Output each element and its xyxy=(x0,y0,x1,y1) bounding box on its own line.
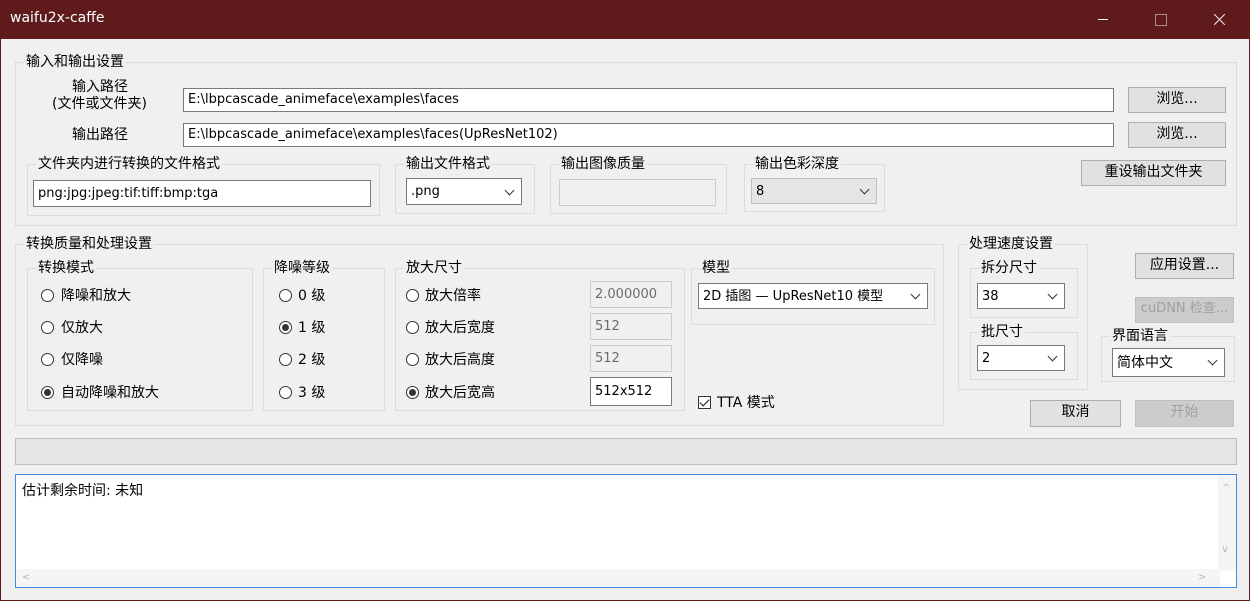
output-format-select[interactable]: .png xyxy=(406,178,522,205)
color-depth-select[interactable]: 8 xyxy=(751,178,877,204)
maximize-icon[interactable] xyxy=(1137,0,1183,39)
scale-radio-width-height[interactable] xyxy=(406,386,419,399)
start-button[interactable]: 开始 xyxy=(1135,400,1234,427)
vertical-scrollbar[interactable]: ^ v xyxy=(1218,475,1236,571)
cudnn-check-button[interactable]: cuDNN 检查... xyxy=(1135,297,1234,323)
chevron-right-icon[interactable]: > xyxy=(1198,573,1206,583)
batch-size-select[interactable]: 2 xyxy=(977,345,1065,371)
mode-option-label: 降噪和放大 xyxy=(61,288,131,304)
input-path-sublabel: (文件或文件夹) xyxy=(52,96,147,112)
title-bar: waifu2x-caffe xyxy=(0,0,1250,39)
chevron-down-icon xyxy=(1047,351,1058,362)
reset-output-folder-button[interactable]: 重设输出文件夹 xyxy=(1081,160,1226,186)
scale-radio-width[interactable] xyxy=(406,321,419,334)
model-value: 2D 插图 — UpResNet10 模型 xyxy=(703,289,884,304)
language-value: 简体中文 xyxy=(1117,355,1173,371)
quality-label: 输出图像质量 xyxy=(559,156,647,172)
mode-label: 转换模式 xyxy=(36,260,96,276)
conversion-group-title: 转换质量和处理设置 xyxy=(24,236,154,252)
quality-field[interactable] xyxy=(559,179,716,206)
scale-option-label: 放大后高度 xyxy=(425,352,495,368)
scale-radio-ratio[interactable] xyxy=(406,289,419,302)
chevron-down-icon xyxy=(1047,289,1058,300)
color-depth-value: 8 xyxy=(756,184,765,199)
chevron-down-icon[interactable]: v xyxy=(1222,545,1228,555)
output-browse-button[interactable]: 浏览... xyxy=(1128,122,1226,148)
noise-option-label: 0 级 xyxy=(298,288,326,304)
io-group-title: 输入和输出设置 xyxy=(24,54,126,70)
color-depth-label: 输出色彩深度 xyxy=(753,156,841,172)
log-output[interactable]: 估计剩余时间: 未知 ^ v < > xyxy=(15,474,1237,588)
split-size-value: 38 xyxy=(982,289,999,304)
split-size-label: 拆分尺寸 xyxy=(979,260,1039,276)
noise-level-label: 降噪等级 xyxy=(272,260,332,276)
close-icon[interactable] xyxy=(1196,0,1242,39)
mode-option-label: 仅降噪 xyxy=(61,352,103,368)
model-label: 模型 xyxy=(700,260,732,276)
batch-size-label: 批尺寸 xyxy=(979,324,1025,340)
output-format-value: .png xyxy=(411,184,440,199)
output-path-label: 输出路径 xyxy=(72,127,128,143)
chevron-down-icon xyxy=(1207,355,1218,366)
speed-group-title: 处理速度设置 xyxy=(967,236,1055,252)
chevron-down-icon xyxy=(910,289,921,300)
noise-option-label: 2 级 xyxy=(298,352,326,368)
scale-height-field[interactable]: 512 xyxy=(590,345,672,372)
scale-option-label: 放大后宽度 xyxy=(425,320,495,336)
noise-option-label: 1 级 xyxy=(298,320,326,336)
split-size-select[interactable]: 38 xyxy=(977,283,1065,309)
output-format-label: 输出文件格式 xyxy=(404,156,492,172)
folder-format-field[interactable]: png:jpg:jpeg:tif:tiff:bmp:tga xyxy=(33,180,371,207)
chevron-left-icon[interactable]: < xyxy=(22,573,30,583)
noise-radio-1[interactable] xyxy=(279,321,292,334)
chevron-down-icon xyxy=(504,185,515,196)
chevron-up-icon[interactable]: ^ xyxy=(1222,484,1230,494)
scale-width-height-field[interactable]: 512x512 xyxy=(590,377,672,406)
mode-radio-denoise-scale[interactable] xyxy=(41,289,54,302)
noise-radio-3[interactable] xyxy=(279,386,292,399)
apply-settings-button[interactable]: 应用设置... xyxy=(1135,253,1234,279)
tta-checkbox[interactable] xyxy=(698,396,711,409)
batch-size-value: 2 xyxy=(982,351,991,366)
input-path-field[interactable]: E:\lbpcascade_animeface\examples\faces xyxy=(183,88,1114,112)
mode-radio-scale-only[interactable] xyxy=(41,321,54,334)
log-text: 估计剩余时间: 未知 xyxy=(22,483,144,499)
noise-radio-0[interactable] xyxy=(279,289,292,302)
chevron-down-icon xyxy=(859,184,870,195)
mode-radio-denoise-only[interactable] xyxy=(41,353,54,366)
input-browse-button[interactable]: 浏览... xyxy=(1128,87,1226,113)
mode-option-label: 自动降噪和放大 xyxy=(61,385,159,401)
mode-radio-auto[interactable] xyxy=(41,386,54,399)
noise-radio-2[interactable] xyxy=(279,353,292,366)
scale-width-field[interactable]: 512 xyxy=(590,313,672,340)
model-select[interactable]: 2D 插图 — UpResNet10 模型 xyxy=(698,283,928,309)
progress-bar xyxy=(15,438,1237,465)
horizontal-scrollbar[interactable]: < > xyxy=(16,569,1220,587)
scale-option-label: 放大后宽高 xyxy=(425,385,495,401)
window-title: waifu2x-caffe xyxy=(10,10,105,26)
scale-radio-height[interactable] xyxy=(406,353,419,366)
folder-format-label: 文件夹内进行转换的文件格式 xyxy=(36,156,222,172)
language-select[interactable]: 简体中文 xyxy=(1112,348,1225,377)
input-path-label: 输入路径 xyxy=(72,79,128,95)
noise-option-label: 3 级 xyxy=(298,385,326,401)
language-label: 界面语言 xyxy=(1110,328,1170,344)
scale-option-label: 放大倍率 xyxy=(425,288,481,304)
mode-option-label: 仅放大 xyxy=(61,320,103,336)
tta-label: TTA 模式 xyxy=(717,395,775,411)
minimize-icon[interactable] xyxy=(1080,0,1126,39)
scale-size-label: 放大尺寸 xyxy=(404,260,464,276)
scale-ratio-field[interactable]: 2.000000 xyxy=(590,281,672,308)
cancel-button[interactable]: 取消 xyxy=(1030,400,1121,427)
output-path-field[interactable]: E:\lbpcascade_animeface\examples\faces(U… xyxy=(183,123,1114,147)
